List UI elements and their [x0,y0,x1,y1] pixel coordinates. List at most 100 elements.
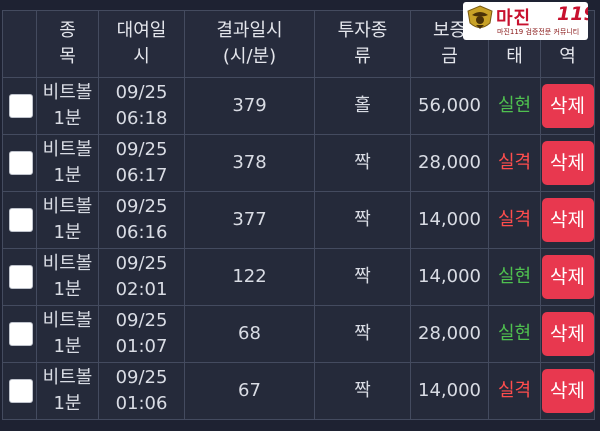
bet-time: 06:18 [115,108,168,129]
header-invest-type-line2: 류 [354,46,371,67]
header-bet-time: 대여일 시 [98,10,185,78]
result-round-cell: 122 [184,248,315,306]
game-interval: 1분 [53,279,82,300]
result-round-cell: 377 [184,191,315,249]
eagle-badge-icon [467,5,493,29]
deposit-cell: 28,000 [410,134,489,192]
game-type-cell: 비트볼 1분 [36,305,99,363]
bet-time: 01:07 [115,336,168,357]
delete-button[interactable]: 삭제 [541,141,594,185]
logo-brand-number: 119 [557,3,588,25]
game-interval: 1분 [53,165,82,186]
delete-cell: 삭제 [540,362,595,420]
result-round-cell: 379 [184,77,315,135]
row-select-checkbox[interactable] [9,208,33,232]
game-type-cell: 비트볼 1분 [36,362,99,420]
deposit-amount: 56,000 [418,95,481,116]
header-bet-time-line1: 대여일 [116,20,167,41]
invest-pick: 짝 [354,380,371,401]
delete-button[interactable]: 삭제 [541,198,594,242]
deposit-cell: 14,000 [410,248,489,306]
game-name: 비트볼 [42,310,93,331]
status-cell: 실현 [488,77,541,135]
row-select-checkbox[interactable] [9,94,33,118]
result-round: 67 [238,380,261,401]
header-result-time: 결과일시 (시/분) [184,10,315,78]
invest-type-cell: 짝 [314,248,411,306]
delete-cell: 삭제 [540,191,595,249]
game-type-cell: 비트볼 1분 [36,134,99,192]
header-result-time-line2: (시/분) [222,46,277,67]
header-game-type-line2: 목 [59,46,76,67]
site-logo: 마진 119 마진119 검증전문 커뮤니티 [463,2,588,40]
table-row: 비트볼 1분 09/25 06:18 379 홀 56,000 실현 삭제 [2,77,595,135]
result-round-cell: 67 [184,362,315,420]
delete-button[interactable]: 삭제 [541,255,594,299]
table-row: 비트볼 1분 09/25 02:01 122 짝 14,000 실현 삭제 [2,248,595,306]
invest-pick: 짝 [354,209,371,230]
header-delete-line2: 역 [559,46,576,67]
game-name: 비트볼 [42,196,93,217]
select-cell [2,77,37,135]
header-select [2,10,37,78]
game-name: 비트볼 [42,253,93,274]
invest-pick: 홀 [354,95,371,116]
delete-cell: 삭제 [540,134,595,192]
game-name: 비트볼 [42,139,93,160]
bet-time: 06:17 [115,165,168,186]
deposit-cell: 14,000 [410,191,489,249]
invest-type-cell: 홀 [314,77,411,135]
invest-pick: 짝 [354,323,371,344]
status-text: 실현 [497,323,532,344]
status-text: 실현 [497,95,532,116]
game-type-cell: 비트볼 1분 [36,77,99,135]
row-select-checkbox[interactable] [9,265,33,289]
select-cell [2,362,37,420]
logo-tagline: 마진119 검증전문 커뮤니티 [497,28,580,36]
row-select-checkbox[interactable] [9,379,33,403]
status-cell: 실현 [488,305,541,363]
bet-time: 06:16 [115,222,168,243]
select-cell [2,248,37,306]
select-cell [2,191,37,249]
header-status-line2: 태 [506,46,523,67]
invest-type-cell: 짝 [314,134,411,192]
deposit-amount: 14,000 [418,380,481,401]
bet-date: 09/25 [115,196,168,217]
header-invest-type: 투자종 류 [314,10,411,78]
delete-button[interactable]: 삭제 [541,312,594,356]
bet-time: 01:06 [115,393,168,414]
bet-time: 02:01 [115,279,168,300]
header-result-time-line1: 결과일시 [216,20,283,41]
delete-button[interactable]: 삭제 [541,369,594,413]
bet-date: 09/25 [115,82,168,103]
header-bet-time-line2: 시 [133,46,150,67]
deposit-amount: 28,000 [418,152,481,173]
game-name: 비트볼 [42,367,93,388]
result-round-cell: 68 [184,305,315,363]
bet-date: 09/25 [115,139,168,160]
deposit-cell: 56,000 [410,77,489,135]
status-cell: 실격 [488,134,541,192]
status-text: 실격 [497,209,532,230]
bet-time-cell: 09/25 06:16 [98,191,185,249]
delete-cell: 삭제 [540,305,595,363]
select-cell [2,134,37,192]
game-interval: 1분 [53,336,82,357]
bet-date: 09/25 [115,367,168,388]
invest-type-cell: 짝 [314,191,411,249]
delete-cell: 삭제 [540,248,595,306]
deposit-amount: 28,000 [418,323,481,344]
table-row: 비트볼 1분 09/25 01:07 68 짝 28,000 실현 삭제 [2,305,595,363]
header-game-type-line1: 종 [59,20,76,41]
status-cell: 실격 [488,362,541,420]
invest-type-cell: 짝 [314,305,411,363]
result-round: 122 [232,266,267,287]
status-cell: 실현 [488,248,541,306]
delete-button[interactable]: 삭제 [541,84,594,128]
row-select-checkbox[interactable] [9,322,33,346]
game-interval: 1분 [53,108,82,129]
row-select-checkbox[interactable] [9,151,33,175]
deposit-amount: 14,000 [418,209,481,230]
bet-date: 09/25 [115,253,168,274]
